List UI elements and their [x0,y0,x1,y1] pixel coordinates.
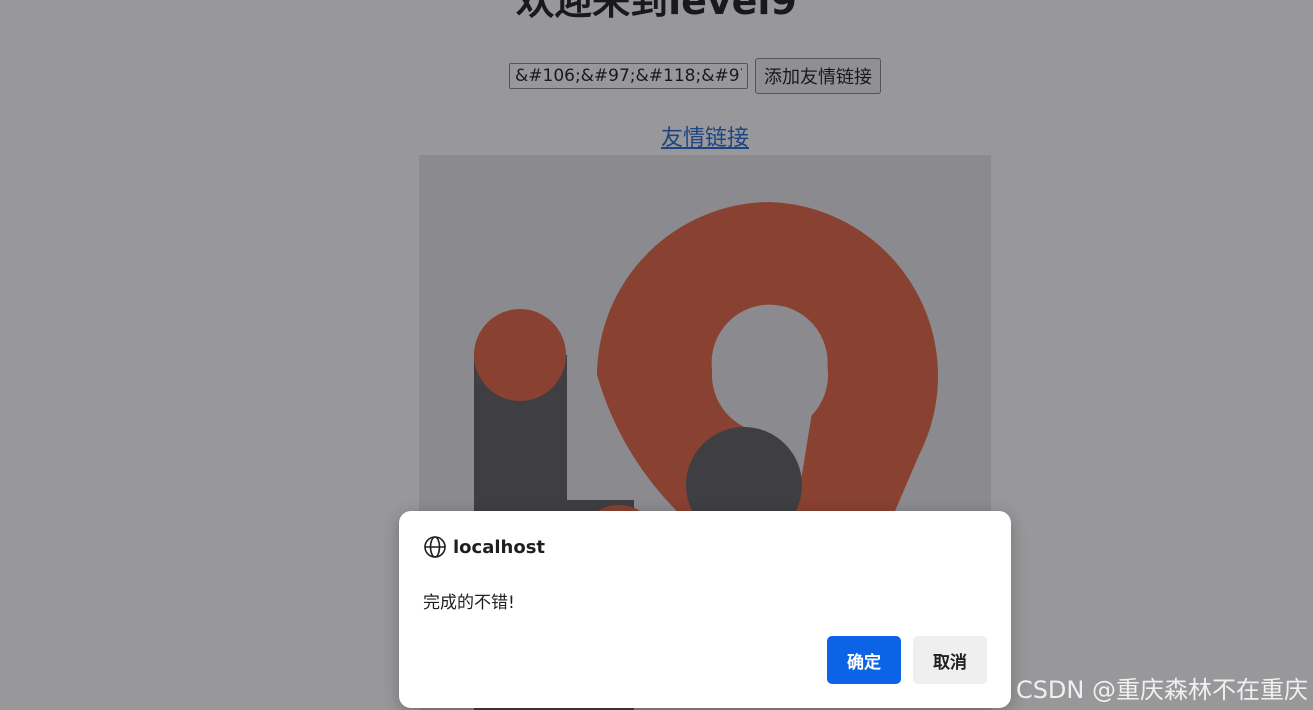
dialog-origin: localhost [453,536,546,558]
dialog-header: localhost [423,535,545,559]
alert-dialog: localhost 完成的不错! 确定 取消 [399,511,1011,708]
watermark: CSDN @重庆森林不在重庆 [1015,676,1308,704]
dialog-message: 完成的不错! [423,593,515,613]
browser-page: 欢迎来到level9 添加友情链接 友情链接 [0,0,1313,710]
cancel-button[interactable]: 取消 [913,636,987,684]
ok-button[interactable]: 确定 [827,636,901,684]
dialog-buttons: 确定 取消 [827,636,987,684]
globe-icon [423,535,447,559]
